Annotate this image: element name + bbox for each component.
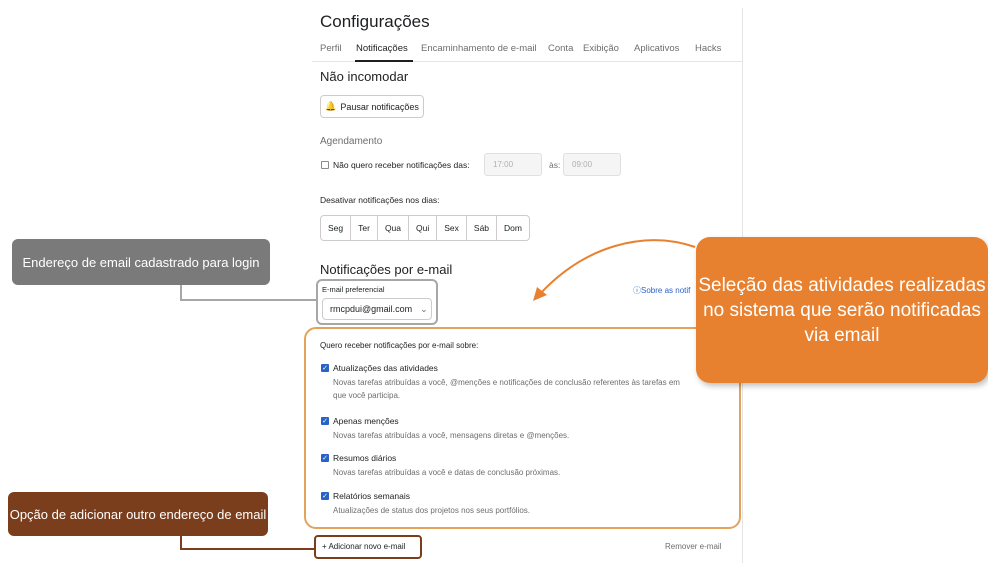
bell-snooze-icon: 🔔	[325, 101, 337, 111]
day-ter[interactable]: Ter	[351, 216, 378, 240]
tab-encaminhamento[interactable]: Encaminhamento de e-mail	[421, 43, 537, 54]
days-label: Desativar notificações nos dias:	[320, 195, 440, 205]
remove-email-button[interactable]: Remover e-mail	[665, 542, 721, 551]
activities-callout: Seleção das atividades realizadas no sis…	[696, 237, 988, 383]
add-email-highlight	[314, 535, 422, 559]
email-heading: Notificações por e-mail	[320, 262, 453, 277]
login-email-callout: Endereço de email cadastrado para login	[12, 239, 270, 285]
schedule-checkbox[interactable]	[321, 161, 329, 169]
login-connector-horizontal	[180, 299, 316, 301]
activities-highlight	[304, 327, 741, 529]
dnd-heading: Não incomodar	[320, 69, 409, 84]
days-selector: Seg Ter Qua Qui Sex Sáb Dom	[320, 215, 530, 241]
day-seg[interactable]: Seg	[321, 216, 352, 240]
from-time-input[interactable]: 17:00	[484, 153, 542, 176]
login-email-highlight	[316, 279, 438, 325]
to-time-input[interactable]: 09:00	[563, 153, 621, 176]
tab-notificacoes[interactable]: Notificações	[356, 43, 408, 54]
tab-conta[interactable]: Conta	[548, 43, 573, 54]
annotation-arrow	[533, 239, 696, 301]
add-connector-horizontal	[180, 548, 314, 550]
day-sab[interactable]: Sáb	[467, 216, 498, 240]
add-email-callout: Opção de adicionar outro endereço de ema…	[8, 492, 268, 536]
tab-exibicao[interactable]: Exibição	[583, 43, 619, 54]
tab-hacks[interactable]: Hacks	[695, 43, 721, 54]
pause-notifications-button[interactable]: 🔔 Pausar notificações	[320, 95, 424, 118]
page-title: Configurações	[320, 12, 430, 31]
day-qui[interactable]: Qui	[409, 216, 438, 240]
to-time-label: às:	[549, 160, 561, 170]
schedule-checkbox-label: Não quero receber notificações das:	[333, 160, 470, 170]
tab-perfil[interactable]: Perfil	[320, 43, 342, 54]
active-tab-indicator	[355, 60, 413, 62]
tab-aplicativos[interactable]: Aplicativos	[634, 43, 679, 54]
day-sex[interactable]: Sex	[437, 216, 467, 240]
schedule-label: Agendamento	[320, 136, 383, 147]
day-qua[interactable]: Qua	[378, 216, 410, 240]
